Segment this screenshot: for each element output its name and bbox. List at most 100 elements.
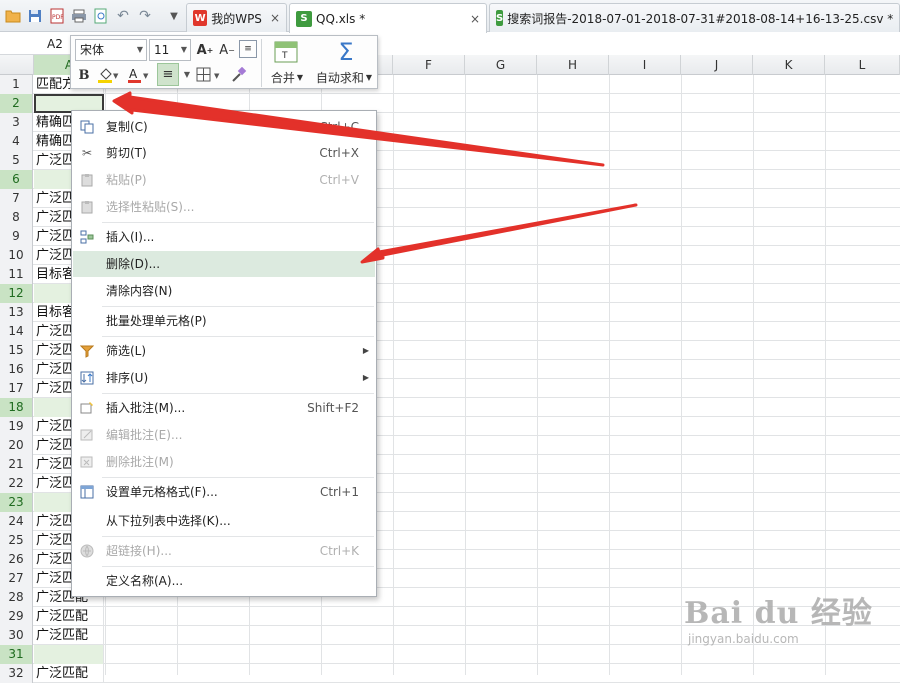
menu-item-insert-comment[interactable]: 插入批注(M)... Shift+F2 [73, 395, 375, 421]
row-number[interactable]: 14 [0, 322, 33, 341]
save-icon[interactable] [25, 6, 45, 26]
menu-item-pick-from-dropdown[interactable]: 从下拉列表中选择(K)... [73, 508, 375, 534]
menu-item-shortcut: Ctrl+V [319, 173, 359, 187]
row-number[interactable]: 11 [0, 265, 33, 284]
row-number[interactable]: 1 [0, 75, 33, 94]
row-number[interactable]: 26 [0, 550, 33, 569]
chevron-down-icon: ▼ [136, 45, 143, 54]
row-number[interactable]: 9 [0, 227, 33, 246]
select-all-corner[interactable] [0, 55, 34, 75]
column-header-f[interactable]: F [393, 55, 465, 75]
cell-a[interactable]: 广泛匹配 [34, 626, 104, 645]
export-pdf-icon[interactable]: PDF [47, 6, 67, 26]
row-number[interactable]: 27 [0, 569, 33, 588]
borders-icon[interactable]: ▼ [195, 65, 225, 85]
menu-item-label: 剪切(T) [106, 146, 147, 160]
spreadsheet-file-icon: S [496, 10, 504, 26]
row-number[interactable]: 24 [0, 512, 33, 531]
menu-item-insert[interactable]: 插入(I)... [73, 224, 375, 250]
quick-access-dropdown-icon[interactable]: ▼ [164, 6, 184, 26]
menu-item-hyperlink[interactable]: 超链接(H)... Ctrl+K [73, 538, 375, 564]
column-header-l[interactable]: L [825, 55, 900, 75]
format-painter-icon[interactable] [229, 65, 249, 85]
menu-item-edit-comment[interactable]: 编辑批注(E)... [73, 422, 375, 448]
open-folder-icon[interactable] [3, 6, 23, 26]
font-color-icon[interactable]: A ▼ [125, 65, 151, 85]
tab-qq-xls-close-icon[interactable]: × [462, 12, 480, 26]
row-number[interactable]: 32 [0, 664, 33, 683]
print-icon[interactable] [69, 6, 89, 26]
chevron-down-icon: ▼ [180, 45, 187, 54]
cell-a[interactable]: 广泛匹配 [34, 664, 104, 683]
menu-item-define-name[interactable]: 定义名称(A)... [73, 568, 375, 594]
column-header-j[interactable]: J [681, 55, 753, 75]
wrap-text-icon[interactable]: ≡ [239, 40, 257, 58]
menu-item-filter[interactable]: 筛选(L) ▶ [73, 338, 375, 364]
print-preview-icon[interactable] [91, 6, 111, 26]
merge-cells-icon[interactable]: T [269, 39, 303, 65]
row-number[interactable]: 18 [0, 398, 33, 417]
bold-button[interactable]: B [75, 65, 93, 85]
menu-separator [102, 477, 374, 478]
row-number[interactable]: 3 [0, 113, 33, 132]
align-dropdown-chevron-icon[interactable]: ▼ [181, 63, 193, 86]
row-number[interactable]: 25 [0, 531, 33, 550]
svg-text:▼: ▼ [113, 72, 119, 80]
menu-item-sort[interactable]: 排序(U) ▶ [73, 365, 375, 391]
menu-item-clear-contents[interactable]: 清除内容(N) [73, 278, 375, 304]
row-number[interactable]: 23 [0, 493, 33, 512]
row-number[interactable]: 29 [0, 607, 33, 626]
autosum-button[interactable]: 自动求和 ▼ [311, 68, 377, 86]
row-number[interactable]: 31 [0, 645, 33, 664]
tab-my-wps-close-icon[interactable]: × [262, 11, 280, 25]
menu-item-label: 删除(D)... [106, 257, 161, 271]
redo-icon[interactable]: ↷ [135, 6, 155, 26]
tab-my-wps[interactable]: W 我的WPS × [186, 3, 287, 32]
cell-a[interactable] [34, 645, 104, 664]
row-number[interactable]: 8 [0, 208, 33, 227]
row-number[interactable]: 17 [0, 379, 33, 398]
row-number[interactable]: 20 [0, 436, 33, 455]
font-size-select[interactable]: 11 ▼ [149, 39, 191, 61]
merge-cells-button[interactable]: 合并 ▼ [265, 68, 309, 86]
fill-color-icon[interactable]: ▼ [95, 65, 121, 85]
row-number[interactable]: 12 [0, 284, 33, 303]
row-number[interactable]: 10 [0, 246, 33, 265]
column-header-h[interactable]: H [537, 55, 609, 75]
tab-qq-xls-label: QQ.xls * [316, 11, 366, 26]
row-number[interactable]: 6 [0, 170, 33, 189]
menu-item-copy[interactable]: 复制(C) Ctrl+C [73, 114, 375, 140]
row-number[interactable]: 28 [0, 588, 33, 607]
row-number[interactable]: 15 [0, 341, 33, 360]
row-number[interactable]: 13 [0, 303, 33, 322]
row-number[interactable]: 5 [0, 151, 33, 170]
menu-item-paste[interactable]: 粘贴(P) Ctrl+V [73, 167, 375, 193]
row-number[interactable]: 21 [0, 455, 33, 474]
menu-item-batch-process-cells[interactable]: 批量处理单元格(P) [73, 308, 375, 334]
decrease-font-size-icon[interactable]: A − [217, 40, 237, 60]
column-header-g[interactable]: G [465, 55, 537, 75]
column-header-k[interactable]: K [753, 55, 825, 75]
sigma-icon[interactable]: Σ [331, 38, 361, 66]
row-number[interactable]: 7 [0, 189, 33, 208]
menu-item-format-cells[interactable]: 设置单元格格式(F)... Ctrl+1 [73, 479, 375, 505]
undo-icon[interactable]: ↶ [113, 6, 133, 26]
menu-item-paste-special[interactable]: 选择性粘贴(S)... [73, 194, 375, 220]
menu-item-delete[interactable]: 删除(D)... [73, 251, 375, 277]
table-row[interactable]: 32 广泛匹配 [0, 664, 900, 683]
align-center-icon[interactable]: ≡ [157, 63, 179, 86]
row-number[interactable]: 16 [0, 360, 33, 379]
cell-a[interactable]: 广泛匹配 [34, 607, 104, 626]
row-number[interactable]: 4 [0, 132, 33, 151]
font-name-select[interactable]: 宋体 ▼ [75, 39, 147, 61]
row-number[interactable]: 2 [0, 94, 33, 113]
column-header-i[interactable]: I [609, 55, 681, 75]
row-number[interactable]: 30 [0, 626, 33, 645]
row-number[interactable]: 19 [0, 417, 33, 436]
tab-qq-xls[interactable]: S QQ.xls * × [289, 3, 487, 33]
tab-search-report-csv[interactable]: S 搜索词报告-2018-07-01-2018-07-31#2018-08-14… [489, 3, 900, 32]
row-number[interactable]: 22 [0, 474, 33, 493]
increase-font-size-icon[interactable]: A + [195, 40, 215, 60]
menu-item-delete-comment[interactable]: 删除批注(M) [73, 449, 375, 475]
menu-item-cut[interactable]: ✂ 剪切(T) Ctrl+X [73, 140, 375, 166]
